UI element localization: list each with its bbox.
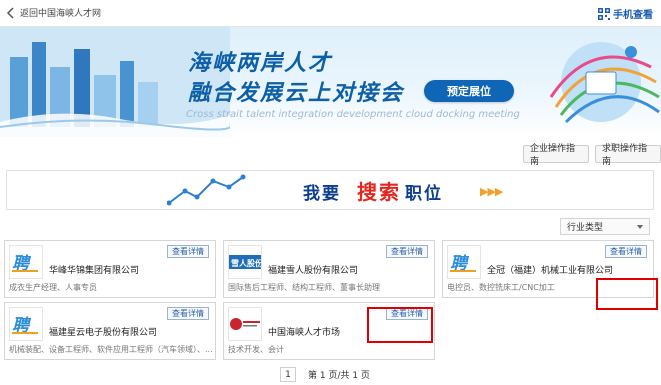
page-summary: 第 1 页/共 1 页 — [308, 371, 370, 381]
trend-line-graphic — [167, 174, 246, 206]
company-name: 福建星云电子股份有限公司 — [49, 328, 158, 338]
page-number-button[interactable]: 1 — [280, 367, 296, 382]
industry-type-label: 行业类型 — [567, 223, 604, 233]
company-jobs: 国际售后工程师、结构工程师、董事长助理 — [228, 283, 380, 292]
book-booth-button[interactable]: 预定展位 — [424, 80, 514, 102]
event-banner: 海峡两岸人才 融合发展云上对接会 预定展位 Cross strait talen… — [0, 27, 661, 137]
company-name: 福建雪人股份有限公司 — [268, 266, 359, 276]
company-card[interactable]: 雪人股份 福建雪人股份有限公司 查看详情 国际售后工程师、结构工程师、董事长助理 — [223, 240, 435, 298]
company-guide-button[interactable]: 企业操作指南 — [523, 144, 589, 167]
company-jobs: 电控员、数控铣床工/CNC加工 — [447, 283, 555, 292]
top-bar: 返回中国海峡人才网 手机查看 — [0, 0, 661, 27]
view-details-button[interactable]: 查看详情 — [386, 245, 428, 258]
company-logo-pin: 聘 — [9, 245, 43, 279]
company-jobs: 机械装配、设备工程师、软件应用工程师（汽车领域）、... — [9, 345, 213, 354]
pagination: 1 第 1 页/共 1 页 — [280, 367, 370, 382]
svg-text:雪人股份: 雪人股份 — [231, 258, 261, 268]
company-logo-xueren: 雪人股份 — [228, 245, 262, 279]
view-details-button[interactable]: 查看详情 — [167, 307, 209, 320]
search-banner-text-1: 我要 — [303, 184, 341, 204]
jobseeker-guide-button[interactable]: 求职操作指南 — [595, 144, 661, 167]
banner-title-line2: 融合发展云上对接会 — [188, 81, 405, 106]
banner-title-line1: 海峡两岸人才 — [188, 51, 333, 76]
cloud-network-illustration — [549, 42, 660, 124]
view-details-button[interactable]: 查看详情 — [605, 245, 647, 258]
company-card[interactable]: 聘 华峰华锦集团有限公司 查看详情 成衣生产经理、人事专员 — [4, 240, 216, 298]
company-jobs: 成衣生产经理、人事专员 — [9, 283, 97, 292]
qr-code-icon — [598, 7, 610, 20]
company-logo-pin: 聘 — [9, 307, 43, 341]
company-jobs: 技术开发、会计 — [228, 345, 284, 354]
company-name: 华峰华锦集团有限公司 — [49, 266, 140, 276]
search-jobs-banner[interactable]: 我要 搜索 职位 ▶▶▶ — [6, 170, 654, 210]
arrows-decoration: ▶▶▶ — [480, 185, 503, 198]
back-link-label: 返回中国海峡人才网 — [20, 9, 102, 19]
back-link[interactable]: 返回中国海峡人才网 — [6, 6, 101, 19]
mobile-view-button[interactable]: 手机查看 — [598, 6, 653, 21]
company-name: 全冠（福建）机械工业有限公司 — [487, 266, 614, 276]
search-banner-text-3: 职位 — [405, 184, 443, 204]
chevron-down-icon — [637, 224, 643, 229]
industry-type-select[interactable]: 行业类型 — [560, 218, 650, 235]
banner-subtitle: Cross strait talent integration developm… — [186, 109, 520, 120]
highlight-box — [367, 307, 433, 343]
mobile-view-label: 手机查看 — [613, 10, 653, 21]
company-name: 中国海峡人才市场 — [268, 328, 341, 338]
company-card[interactable]: 聘 福建星云电子股份有限公司 查看详情 机械装配、设备工程师、软件应用工程师（汽… — [4, 302, 216, 360]
company-logo-pin: 聘 — [447, 245, 481, 279]
view-details-button[interactable]: 查看详情 — [167, 245, 209, 258]
chevron-left-icon — [6, 6, 14, 19]
highlight-box — [596, 278, 658, 310]
search-banner-text-2: 搜索 — [357, 180, 401, 204]
guide-buttons: 企业操作指南 求职操作指南 — [523, 144, 661, 167]
company-logo-talent-market — [228, 307, 262, 341]
